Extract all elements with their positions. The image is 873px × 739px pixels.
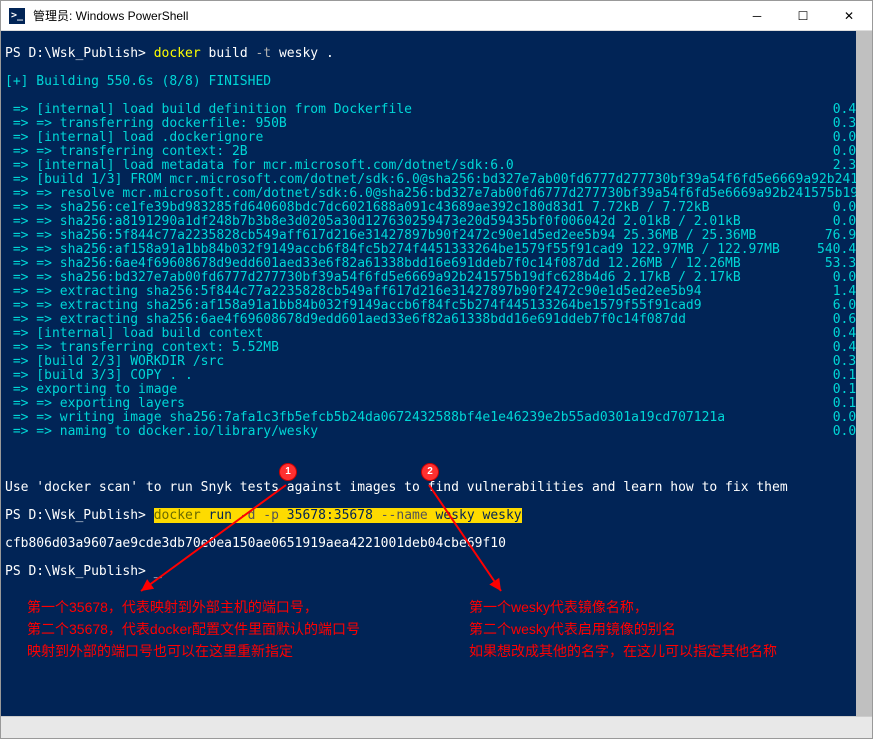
build-output-line: => exporting to image0.1s xyxy=(5,383,868,397)
build-output-line: => [build 3/3] COPY . .0.1s xyxy=(5,369,868,383)
build-output-line: => [internal] load build definition from… xyxy=(5,103,868,117)
scrollbar-thumb[interactable] xyxy=(856,31,872,716)
callout-badge-2: 2 xyxy=(421,463,439,481)
prompt-line-1: PS D:\Wsk_Publish> docker build -t wesky… xyxy=(5,47,868,61)
build-output-line: => => sha256:ce1fe39bd983285fd640608bdc7… xyxy=(5,201,868,215)
build-output-line: => [internal] load build context0.4s xyxy=(5,327,868,341)
build-output-line: => => extracting sha256:af158a91a1bb84b0… xyxy=(5,299,868,313)
powershell-window: >_ 管理员: Windows PowerShell ─ ☐ ✕ PS D:\W… xyxy=(0,0,873,739)
build-output-line: => => naming to docker.io/library/wesky0… xyxy=(5,425,868,439)
build-output-line: => => writing image sha256:7afa1c3fb5efc… xyxy=(5,411,868,425)
build-output-line: => => sha256:a8191290a1df248b7b3b8e3d020… xyxy=(5,215,868,229)
app-icon: >_ xyxy=(9,8,25,24)
build-header: [+] Building 550.6s (8/8) FINISHED xyxy=(5,75,868,89)
terminal-area[interactable]: PS D:\Wsk_Publish> docker build -t wesky… xyxy=(1,31,872,716)
annotation-1: 第一个35678，代表映射到外部主机的端口号， 第二个35678，代表docke… xyxy=(27,596,447,662)
build-output-line: => => exporting layers0.1s xyxy=(5,397,868,411)
window-title: 管理员: Windows PowerShell xyxy=(33,7,734,24)
build-output-line: => => extracting sha256:5f844c77a2235828… xyxy=(5,285,868,299)
statusbar xyxy=(1,716,872,738)
build-output-line: => => sha256:6ae4f69608678d9edd601aed33e… xyxy=(5,257,868,271)
build-output-line: => => extracting sha256:6ae4f69608678d9e… xyxy=(5,313,868,327)
callout-badge-1: 1 xyxy=(279,463,297,481)
build-output-line: => => sha256:af158a91a1bb84b032f9149accb… xyxy=(5,243,868,257)
scan-hint: Use 'docker scan' to run Snyk tests agai… xyxy=(5,481,868,495)
window-controls: ─ ☐ ✕ xyxy=(734,1,872,30)
annotation-2: 第一个wesky代表镜像名称， 第二个wesky代表启用镜像的别名 如果想改成其… xyxy=(469,596,849,662)
minimize-button[interactable]: ─ xyxy=(734,1,780,30)
build-output-line: => => sha256:bd327e7ab00fd6777d277730bf3… xyxy=(5,271,868,285)
build-output-line: => [internal] load .dockerignore0.0s xyxy=(5,131,868,145)
prompt-line-3: PS D:\Wsk_Publish> _ xyxy=(5,565,868,579)
maximize-button[interactable]: ☐ xyxy=(780,1,826,30)
container-id: cfb806d03a9607ae9cde3db70e0ea150ae065191… xyxy=(5,537,868,551)
build-output-line: => => transferring context: 5.52MB0.4s xyxy=(5,341,868,355)
build-output-line: => => resolve mcr.microsoft.com/dotnet/s… xyxy=(5,187,868,201)
build-output-line: => => transferring dockerfile: 950B0.3s xyxy=(5,117,868,131)
build-output-line: => [build 1/3] FROM mcr.microsoft.com/do… xyxy=(5,173,868,187)
build-output-line: => [build 2/3] WORKDIR /src0.3s xyxy=(5,355,868,369)
titlebar[interactable]: >_ 管理员: Windows PowerShell ─ ☐ ✕ xyxy=(1,1,872,31)
scrollbar-vertical[interactable] xyxy=(856,31,872,716)
build-output-line: => => sha256:5f844c77a2235828cb549aff617… xyxy=(5,229,868,243)
prompt-line-2: PS D:\Wsk_Publish> docker run -d -p 3567… xyxy=(5,509,868,523)
build-output-line: => => transferring context: 2B0.0s xyxy=(5,145,868,159)
build-output-line: => [internal] load metadata for mcr.micr… xyxy=(5,159,868,173)
close-button[interactable]: ✕ xyxy=(826,1,872,30)
